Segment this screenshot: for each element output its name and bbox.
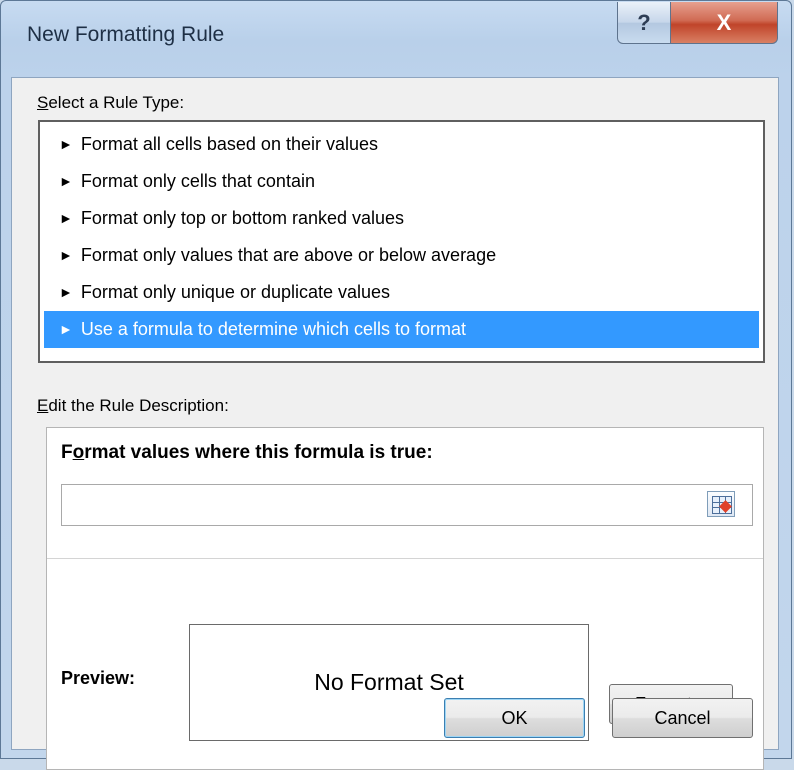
title-bar[interactable]: New Formatting Rule ? X (1, 1, 791, 77)
arrow-right-icon: ► (59, 173, 73, 189)
cancel-button[interactable]: Cancel (612, 698, 753, 738)
rule-description-label: Edit the Rule Description: (37, 396, 229, 415)
rule-type-label: Select a Rule Type: (37, 93, 185, 112)
arrow-right-icon: ► (59, 321, 73, 337)
rule-type-item[interactable]: ► Format only cells that contain (44, 163, 759, 200)
rule-type-list[interactable]: ► Format all cells based on their values … (38, 120, 765, 363)
arrow-right-icon: ► (59, 210, 73, 226)
rule-type-item[interactable]: ► Format all cells based on their values (44, 126, 759, 163)
rule-type-item[interactable]: ► Format only top or bottom ranked values (44, 200, 759, 237)
arrow-right-icon: ► (59, 136, 73, 152)
arrow-right-icon: ► (59, 247, 73, 263)
ok-button[interactable]: OK (444, 698, 585, 738)
rule-type-item[interactable]: ► Format only values that are above or be… (44, 237, 759, 274)
help-icon: ? (637, 9, 651, 35)
dialog-body: Select a Rule Type: ► Format all cells ba… (11, 77, 779, 770)
range-selector-button[interactable] (707, 491, 735, 517)
formula-input[interactable] (61, 484, 753, 526)
new-formatting-rule-dialog: New Formatting Rule ? X Select a Rule Ty… (0, 0, 792, 770)
formula-heading: Format values where this formula is true… (61, 442, 433, 463)
preview-label: Preview: (61, 668, 136, 688)
divider (47, 558, 763, 559)
dialog-title: New Formatting Rule (27, 23, 225, 46)
preview-text: No Format Set (314, 669, 464, 695)
rule-type-item-selected[interactable]: ► Use a formula to determine which cells … (44, 311, 759, 348)
close-button[interactable]: X (670, 2, 778, 44)
rule-type-item[interactable]: ► Format only unique or duplicate values (44, 274, 759, 311)
arrow-right-icon: ► (59, 284, 73, 300)
close-icon: X (716, 9, 732, 35)
help-button[interactable]: ? (617, 2, 671, 44)
